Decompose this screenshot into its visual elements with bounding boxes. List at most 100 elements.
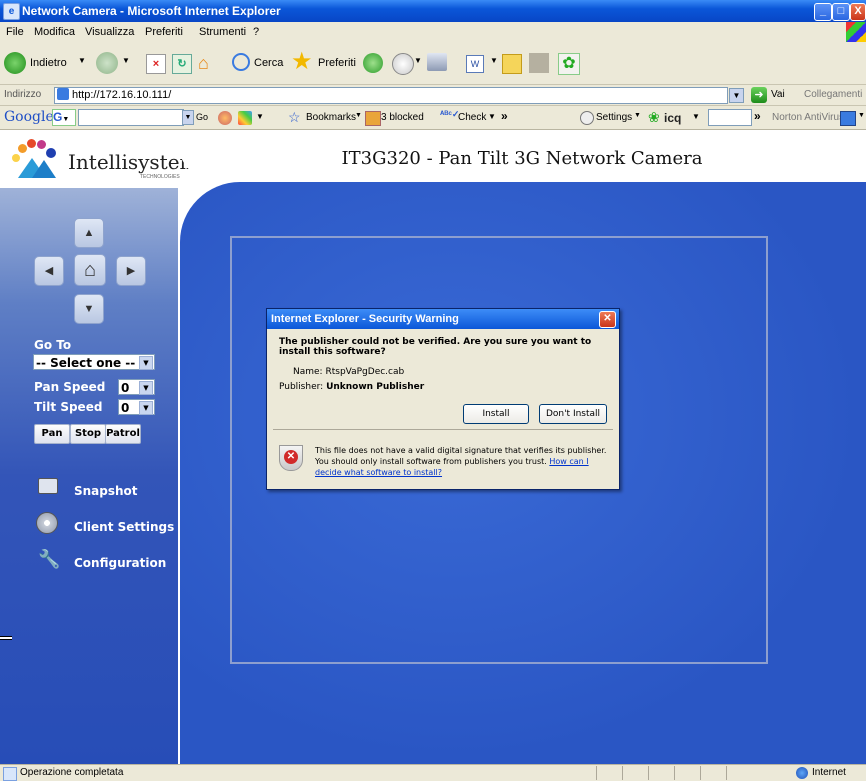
pan-right-button[interactable]: ▶ [116,256,146,286]
page-title: IT3G320 - Pan Tilt 3G Network Camera [178,130,866,182]
ie-icon: e [3,3,20,20]
forward-dropdown-icon[interactable]: ▼ [122,56,130,65]
bookmarks-button[interactable]: Bookmarks [306,112,356,123]
links-label[interactable]: Collegamenti [804,89,862,100]
dont-install-button[interactable]: Don't Install [539,404,607,424]
news-icon[interactable] [218,111,232,125]
pan-speed-dropdown-icon: ▼ [139,381,153,395]
install-button[interactable]: Install [463,404,529,424]
tilt-up-button[interactable]: ▲ [74,218,104,248]
check-button[interactable]: Check [458,112,486,123]
edit-word-icon[interactable]: W [466,55,484,73]
standard-toolbar: Indietro ▼ ▼ × ↻ ⌂ Cerca ★ Preferiti ▼ W… [0,42,866,85]
google-search-input[interactable] [78,109,184,126]
google-search-dropdown-icon[interactable]: ▼ [182,110,194,125]
menu-modifica[interactable]: Modifica [34,26,75,38]
camera-icon[interactable] [38,478,58,494]
spellcheck-icon[interactable]: ᴬᴮᶜ✓ [440,109,459,120]
messenger-icon[interactable]: ✿ [558,53,580,75]
address-dropdown-icon[interactable]: ▼ [729,88,744,103]
pan-left-button[interactable]: ◀ [34,256,64,286]
research-icon[interactable] [529,53,549,73]
favorites-button-label[interactable]: Preferiti [318,57,356,69]
settings-radio-icon[interactable] [580,111,594,125]
favorites-star-icon[interactable]: ★ [291,50,313,74]
dialog-title: Internet Explorer - Security Warning [271,313,459,325]
blocked-count[interactable]: 3 blocked [381,112,424,123]
search-icon[interactable] [232,53,250,71]
back-button-label[interactable]: Indietro [30,57,67,69]
icq-dropdown-icon[interactable]: ▼ [692,112,700,121]
home-position-button[interactable]: ⌂ [74,254,106,286]
norton-label[interactable]: Norton AntiVirus [772,112,844,123]
tilt-speed-select[interactable]: 0 ▼ [118,399,155,415]
menu-strumenti[interactable]: Strumenti [199,26,246,38]
stop-button[interactable]: Stop [70,424,106,444]
options-dropdown-icon[interactable]: ▼ [256,112,264,121]
address-url: http://172.16.10.111/ [72,89,172,101]
tilt-down-button[interactable]: ▼ [74,294,104,324]
address-input[interactable]: http://172.16.10.111/ [54,87,728,104]
edit-dropdown-icon[interactable]: ▼ [490,56,498,65]
print-icon[interactable] [427,53,447,71]
control-sidebar: ▲ ◀ ⌂ ▶ ▼ Go To -- Select one -- ▼ Pan Sp… [0,188,178,764]
pan-speed-select[interactable]: 0 ▼ [118,379,155,395]
menu-visualizza[interactable]: Visualizza [85,26,134,38]
google-options-icon[interactable] [238,111,252,125]
mail-dropdown-icon[interactable]: ▼ [414,56,422,65]
goto-preset-select[interactable]: -- Select one -- ▼ [33,354,155,370]
dialog-close-button[interactable]: ✕ [599,311,616,328]
more-chevron-icon[interactable]: » [501,109,508,123]
sidebar-divider [0,636,12,640]
refresh-icon[interactable]: ↻ [172,54,192,74]
search-button-label[interactable]: Cerca [254,57,283,69]
snapshot-link[interactable]: Snapshot [74,484,138,498]
configuration-link[interactable]: Configuration [74,556,166,570]
menu-help[interactable]: ? [253,26,259,38]
disc-icon[interactable] [36,512,58,534]
patrol-button[interactable]: Patrol [105,424,141,444]
name-label: Name: [293,367,323,377]
google-go-button[interactable]: Go [196,112,208,122]
settings-dropdown-icon[interactable]: ▼ [634,112,641,119]
dialog-title-bar[interactable]: Internet Explorer - Security Warning ✕ [267,309,619,329]
popup-blocker-icon[interactable] [365,111,381,126]
internet-globe-icon [796,767,808,779]
icq-flower-icon[interactable]: ❀ [648,109,660,126]
norton-icon[interactable] [840,111,856,126]
client-settings-link[interactable]: Client Settings [74,520,174,534]
icq-input[interactable] [708,109,752,126]
google-g-button[interactable]: G▼ [52,109,76,126]
mail-icon[interactable] [392,53,414,75]
forward-icon[interactable] [96,52,118,74]
menu-file[interactable]: File [6,26,24,38]
pan-button[interactable]: Pan [34,424,70,444]
google-brand[interactable]: Google [4,109,54,125]
window-title-bar[interactable]: e Network Camera - Microsoft Internet Ex… [0,0,866,22]
history-icon[interactable] [363,53,383,73]
go-button-label[interactable]: Vai [771,89,785,100]
windows-logo-icon [846,22,866,42]
minimize-button[interactable]: _ [814,3,832,21]
home-icon[interactable]: ⌂ [198,53,218,73]
check-dropdown-icon[interactable]: ▼ [488,112,496,121]
window-title: Network Camera - Microsoft Internet Expl… [22,4,281,18]
bookmarks-dropdown-icon[interactable]: ▼ [355,112,362,119]
tools-icon[interactable]: 🔧 [38,548,60,570]
menu-preferiti[interactable]: Preferiti [145,26,183,38]
icq-button[interactable]: icq [664,111,681,125]
go-arrow-icon[interactable]: ➜ [751,87,767,103]
publisher-label: Publisher: [279,382,324,392]
shield-warning-icon: ✕ [279,445,303,471]
norton-dropdown-icon[interactable]: ▼ [858,112,865,119]
back-dropdown-icon[interactable]: ▼ [78,56,86,65]
settings-button[interactable]: Settings [596,112,632,123]
close-button[interactable]: X [850,3,866,21]
back-icon[interactable] [4,52,26,74]
stop-icon[interactable]: × [146,54,166,74]
dialog-divider [273,429,613,430]
more-chevron-icon-2[interactable]: » [754,109,761,123]
bookmarks-star-icon[interactable]: ☆ [288,109,301,125]
folder-icon[interactable] [502,54,522,74]
maximize-button[interactable]: □ [832,3,850,21]
